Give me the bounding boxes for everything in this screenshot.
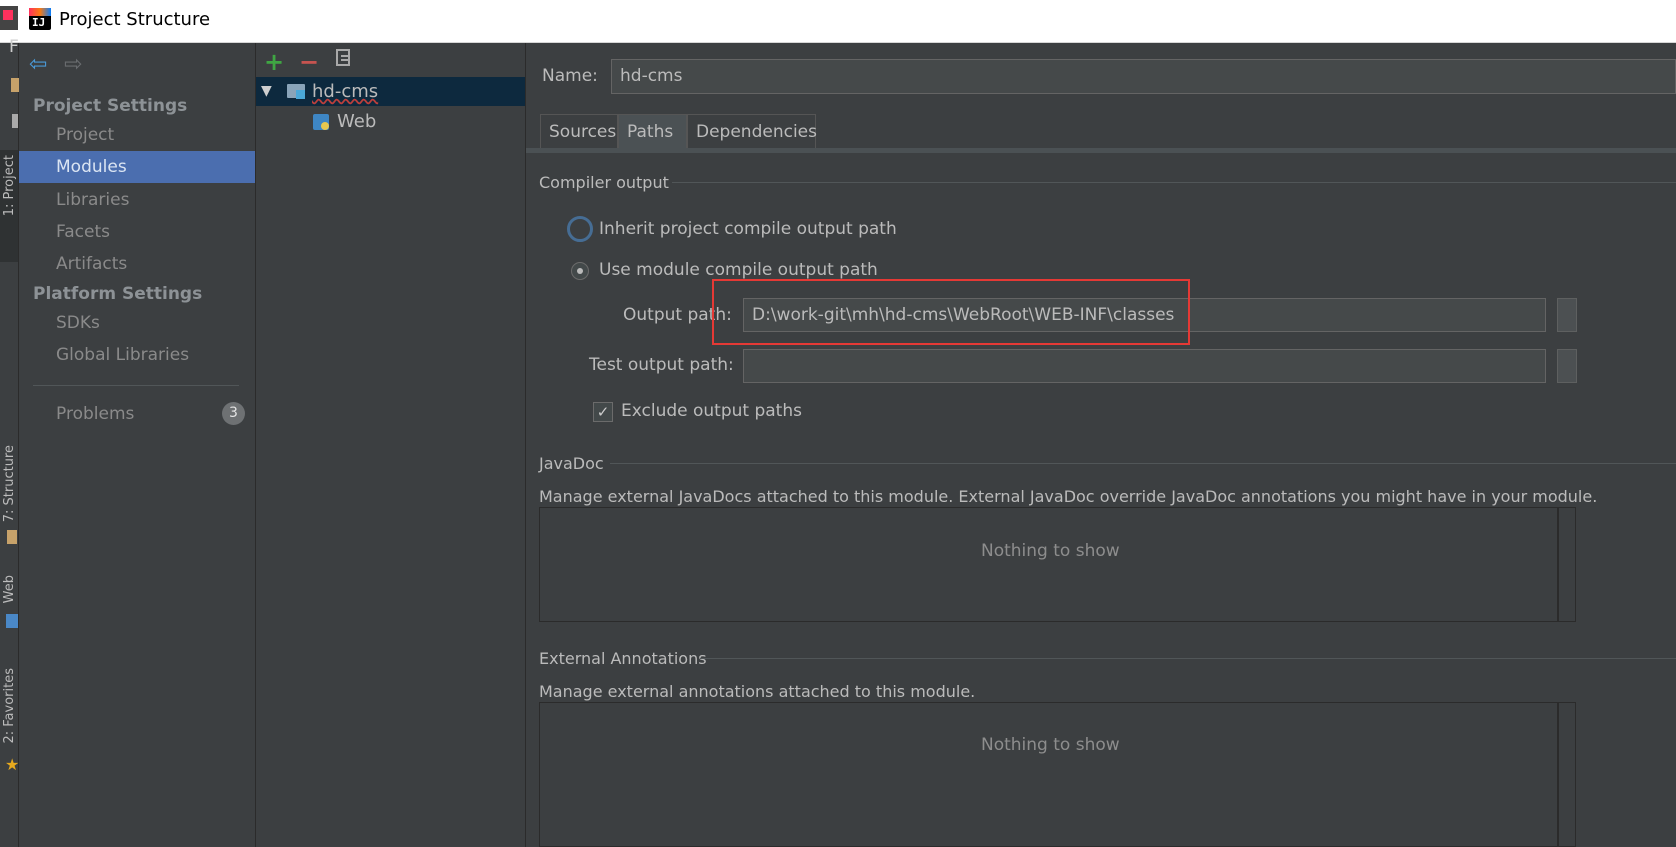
sidebar-item-label: Modules (56, 157, 127, 177)
window-title: Project Structure (59, 9, 211, 30)
tab-dependencies[interactable]: Dependencies (687, 114, 817, 149)
external-annotations-title: External Annotations (539, 649, 707, 668)
output-path-browse-button[interactable] (1557, 298, 1577, 332)
app-icon-text: IJ (32, 16, 46, 29)
web-facet-icon (313, 114, 329, 130)
module-folder-icon (287, 84, 305, 99)
javadoc-description: Manage external JavaDocs attached to thi… (539, 487, 1598, 506)
module-tree-panel (256, 43, 526, 847)
vertical-tab-structure[interactable]: 7: Structure (2, 445, 17, 522)
section-separator (610, 463, 1676, 464)
window-titlebar: IJ Project Structure (0, 0, 1676, 43)
back-arrow-icon[interactable]: ⇦ (29, 52, 47, 77)
sidebar-item-label: SDKs (56, 313, 100, 333)
javadoc-toolbar[interactable] (1558, 507, 1576, 622)
sidebar-item-global-libraries[interactable]: Global Libraries (19, 339, 255, 371)
remove-icon[interactable]: − (299, 48, 319, 76)
background-app-icon (0, 6, 18, 30)
inherit-radio-label[interactable]: Inherit project compile output path (599, 219, 897, 239)
section-separator (700, 658, 1676, 659)
compiler-output-title: Compiler output (539, 173, 669, 192)
external-annotations-description: Manage external annotations attached to … (539, 682, 976, 701)
project-settings-header: Project Settings (33, 96, 188, 116)
sidebar-divider (33, 385, 239, 386)
sidebar-item-label: Problems (56, 404, 135, 424)
tab-paths[interactable]: Paths (618, 114, 687, 149)
output-path-highlight-box (712, 279, 1190, 345)
vertical-tab-favorites[interactable]: 2: Favorites (2, 668, 17, 744)
section-separator (672, 182, 1676, 183)
module-name-field[interactable]: hd-cms (611, 59, 1676, 94)
sidebar-item-label: Project (56, 125, 115, 145)
inherit-radio[interactable] (567, 216, 593, 242)
sidebar-item-label: Artifacts (56, 254, 128, 274)
ide-toolbar-icon-2[interactable] (12, 114, 18, 128)
star-icon: ★ (5, 755, 20, 774)
sidebar-item-label: Facets (56, 222, 110, 242)
external-annotations-toolbar[interactable] (1558, 702, 1576, 847)
tree-node-web-label[interactable]: Web (337, 111, 376, 132)
sidebar-item-problems[interactable]: Problems (19, 398, 255, 430)
sidebar-item-modules[interactable]: Modules (19, 151, 255, 183)
javadoc-empty-text: Nothing to show (981, 541, 1120, 561)
use-module-radio[interactable] (571, 262, 589, 280)
forward-arrow-icon[interactable]: ⇨ (64, 52, 82, 77)
javadoc-table[interactable] (539, 507, 1558, 622)
menu-file-letter[interactable]: F (9, 37, 19, 57)
tab-sources[interactable]: Sources (540, 114, 618, 149)
external-annotations-empty-text: Nothing to show (981, 735, 1120, 755)
javadoc-title: JavaDoc (539, 454, 604, 473)
sidebar-item-label: Global Libraries (56, 345, 190, 365)
exclude-output-label[interactable]: Exclude output paths (621, 401, 802, 421)
sidebar-item-label: Libraries (56, 190, 130, 210)
sidebar-item-facets[interactable]: Facets (19, 216, 255, 248)
test-output-path-browse-button[interactable] (1557, 349, 1577, 383)
structure-icon (7, 530, 17, 544)
ide-toolbar-icon[interactable] (11, 78, 19, 92)
web-icon (6, 614, 18, 628)
use-module-radio-label[interactable]: Use module compile output path (599, 260, 878, 280)
add-icon[interactable]: + (264, 48, 284, 76)
vertical-tab-project[interactable]: 1: Project (2, 155, 17, 216)
test-output-path-field[interactable] (743, 349, 1546, 383)
exclude-output-checkbox[interactable]: ✓ (593, 402, 613, 422)
platform-settings-header: Platform Settings (33, 284, 203, 304)
problems-count-badge: 3 (222, 402, 245, 425)
tab-underline (526, 148, 1676, 153)
vertical-tab-web[interactable]: Web (2, 575, 17, 603)
test-output-path-label: Test output path: (589, 355, 734, 375)
sidebar-item-sdks[interactable]: SDKs (19, 307, 255, 339)
name-label: Name: (542, 66, 598, 86)
expand-triangle-icon[interactable]: ▼ (261, 83, 272, 99)
sidebar-item-project[interactable]: Project (19, 119, 255, 151)
external-annotations-table[interactable] (539, 702, 1558, 847)
tree-node-hd-cms-label[interactable]: hd-cms (312, 81, 378, 102)
sidebar-item-libraries[interactable]: Libraries (19, 184, 255, 216)
intellij-app-icon: IJ (29, 8, 51, 30)
copy-icon[interactable] (336, 49, 350, 66)
sidebar-item-artifacts[interactable]: Artifacts (19, 248, 255, 280)
